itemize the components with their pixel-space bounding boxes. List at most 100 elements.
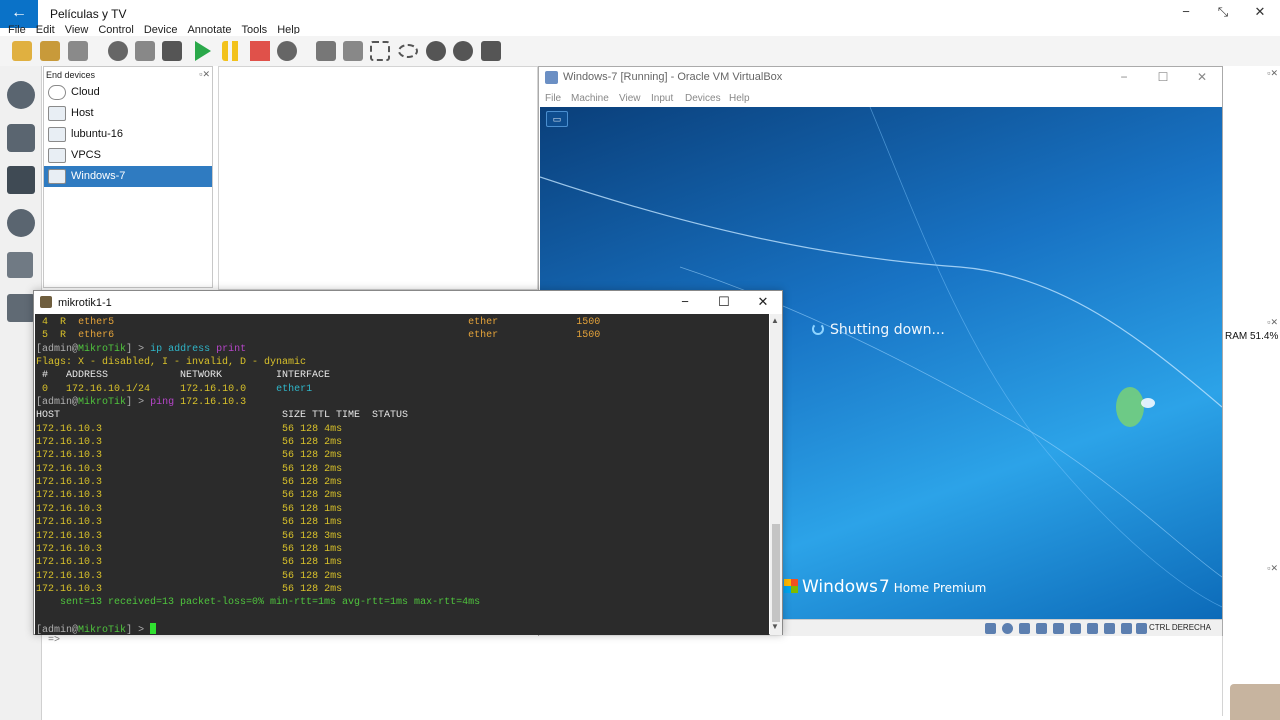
menu-file[interactable]: File — [8, 24, 26, 34]
show-interface-labels-icon[interactable] — [135, 41, 155, 61]
snapshot-clock-icon[interactable] — [108, 41, 128, 61]
panel-float-close-icon[interactable]: ▫✕ — [199, 69, 210, 80]
zoom-out-icon[interactable] — [453, 41, 473, 61]
ping-time: 2ms — [324, 570, 343, 582]
save-project-icon[interactable] — [68, 41, 88, 61]
menu-annotate[interactable]: Annotate — [187, 24, 231, 34]
open-project-icon[interactable] — [40, 41, 60, 61]
ping-ttl: 128 — [300, 463, 319, 475]
vbox-close-button[interactable]: ✕ — [1187, 70, 1217, 84]
browse-switches-icon[interactable] — [7, 124, 35, 152]
ping-ttl: 128 — [300, 517, 319, 529]
menu-view[interactable]: View — [65, 24, 89, 34]
browse-routers-icon[interactable] — [7, 81, 35, 109]
device-item-lubuntu[interactable]: lubuntu-16 — [44, 124, 212, 145]
terminal-title: mikrotik1-1 — [58, 297, 112, 309]
ping-time: 3ms — [324, 530, 343, 542]
browse-end-devices-icon[interactable] — [7, 166, 35, 194]
draw-ellipse-icon[interactable] — [398, 44, 418, 58]
ping-size: 56 — [282, 437, 295, 449]
new-project-icon[interactable] — [12, 41, 32, 61]
vbox-minimize-button[interactable]: − — [1109, 70, 1139, 84]
video-capture-icon[interactable] — [1104, 623, 1115, 634]
addr-address: 172.16.10.1/24 — [66, 383, 151, 395]
scroll-down-icon[interactable]: ▼ — [771, 622, 779, 631]
ping-row: 172.16.10.3 56 128 1ms — [36, 556, 769, 569]
display-icon[interactable] — [1087, 623, 1098, 634]
vbox-menu-view[interactable]: View — [619, 93, 641, 104]
vbox-menu-file[interactable]: File — [545, 93, 561, 104]
insert-picture-icon[interactable] — [343, 41, 363, 61]
mouse-integration-icon[interactable] — [1136, 623, 1147, 634]
device-item-cloud[interactable]: Cloud — [44, 82, 212, 103]
suspend-all-icon[interactable] — [222, 41, 242, 61]
virtualbox-title: Windows-7 [Running] - Oracle VM VirtualB… — [563, 71, 783, 83]
prompt-user: admin — [42, 397, 73, 409]
menu-tools[interactable]: Tools — [242, 24, 268, 34]
console-all-icon[interactable] — [162, 41, 182, 61]
ping-host: 172.16.10.3 — [36, 423, 103, 435]
scroll-up-icon[interactable]: ▲ — [771, 316, 779, 325]
device-item-vpcs[interactable]: VPCS — [44, 145, 212, 166]
panel-float-close-icon[interactable]: ▫✕ — [1267, 68, 1278, 79]
device-item-host[interactable]: Host — [44, 103, 212, 124]
reload-all-icon[interactable] — [277, 41, 297, 61]
vbox-menu-machine[interactable]: Machine — [571, 93, 609, 104]
vbox-maximize-button[interactable]: ☐ — [1148, 70, 1178, 84]
vbox-menu-input[interactable]: Input — [651, 93, 673, 104]
usb-icon[interactable] — [1053, 623, 1064, 634]
device-label: Host — [71, 107, 94, 119]
menu-device[interactable]: Device — [144, 24, 178, 34]
device-item-windows7[interactable]: Windows-7 — [44, 166, 212, 187]
draw-rectangle-icon[interactable] — [370, 41, 390, 61]
menu-edit[interactable]: Edit — [36, 24, 55, 34]
if-mtu: 1500 — [576, 330, 601, 342]
ping-row: 172.16.10.3 56 128 2ms — [36, 476, 769, 489]
ping-size: 56 — [282, 557, 295, 569]
cpu-icon[interactable] — [1121, 623, 1132, 634]
text-cursor — [150, 622, 157, 634]
ping-ttl: 128 — [300, 477, 319, 489]
addr-network: 172.16.10.0 — [180, 383, 247, 395]
zoom-in-icon[interactable] — [426, 41, 446, 61]
vbox-menu-devices[interactable]: Devices — [685, 93, 721, 104]
hard-disk-icon[interactable] — [985, 623, 996, 634]
cloud-icon — [48, 85, 66, 100]
host-close-button[interactable]: ✕ — [1240, 4, 1280, 24]
browse-all-devices-icon[interactable] — [7, 252, 33, 278]
shared-folders-icon[interactable] — [1070, 623, 1081, 634]
start-all-icon[interactable] — [195, 41, 211, 61]
scroll-thumb[interactable] — [772, 524, 780, 622]
add-note-icon[interactable] — [316, 41, 336, 61]
panel-float-close-icon[interactable]: ▫✕ — [1267, 317, 1278, 328]
browse-security-devices-icon[interactable] — [7, 209, 35, 237]
vbox-menu-help[interactable]: Help — [729, 93, 750, 104]
command-arg: 172.16.10.3 — [180, 397, 247, 409]
optical-drive-icon[interactable] — [1002, 623, 1013, 634]
panel-float-close-icon[interactable]: ▫✕ — [1267, 563, 1278, 574]
network-icon[interactable] — [1036, 623, 1047, 634]
vpcs-icon — [48, 148, 66, 163]
terminal-minimize-button[interactable]: − — [666, 294, 704, 309]
gns3-console-dock[interactable]: => — [42, 632, 1222, 714]
ping-size: 56 — [282, 503, 295, 515]
ram-usage: RAM 51.4% — [1225, 331, 1279, 342]
host-restore-button[interactable]: ⤡ — [1203, 4, 1243, 24]
screenshot-camera-icon[interactable] — [481, 41, 501, 61]
terminal-maximize-button[interactable]: ☐ — [705, 294, 743, 310]
terminal-close-button[interactable]: ✕ — [744, 294, 782, 310]
menu-control[interactable]: Control — [98, 24, 133, 34]
ping-host: 172.16.10.3 — [36, 543, 103, 555]
add-link-icon[interactable] — [7, 294, 35, 322]
command-text: ping — [150, 397, 175, 409]
menu-help[interactable]: Help — [277, 24, 300, 34]
audio-icon[interactable] — [1019, 623, 1030, 634]
stop-all-icon[interactable] — [250, 41, 270, 61]
topology-workspace[interactable] — [218, 66, 538, 290]
ping-host: 172.16.10.3 — [36, 450, 103, 462]
vm-minitoolbar-icon[interactable]: ▭ — [546, 111, 568, 127]
terminal-scrollbar[interactable]: ▲ ▼ — [770, 314, 782, 635]
device-label: Windows-7 — [71, 170, 126, 182]
host-minimize-button[interactable]: − — [1166, 4, 1206, 24]
terminal-output[interactable]: 4 R ether5 ether 1500 5 R ether6 ether 1… — [35, 314, 769, 635]
